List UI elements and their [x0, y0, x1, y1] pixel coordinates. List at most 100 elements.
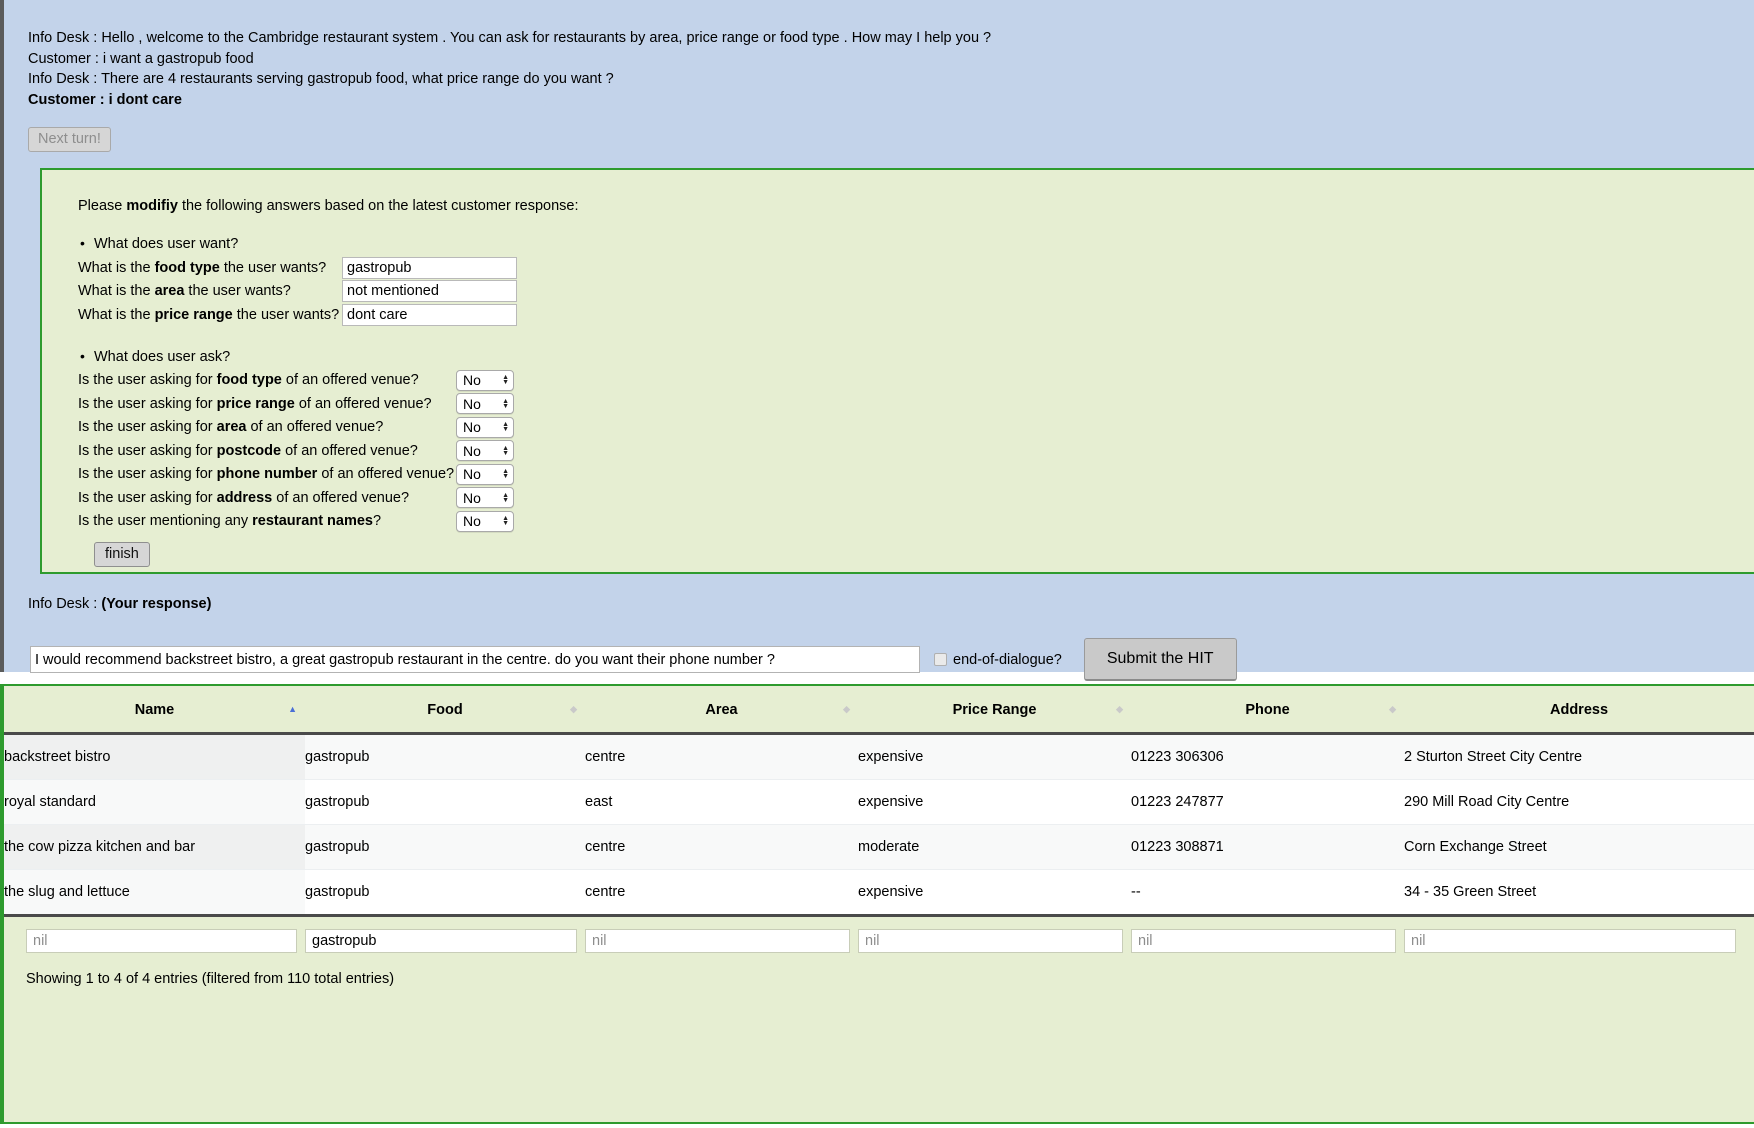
- select-ask-price-range[interactable]: No ▲ ▼: [456, 393, 514, 415]
- section-heading-user-ask: What does user ask?: [80, 348, 1754, 365]
- cell-food: gastropub: [305, 779, 585, 825]
- input-area[interactable]: [342, 280, 517, 303]
- select-ask-area[interactable]: No ▲ ▼: [456, 416, 514, 438]
- form-instruction-suffix: the following answers based on the lates…: [177, 198, 579, 214]
- section-heading-user-want: What does user want?: [80, 235, 1754, 252]
- select-value: No: [463, 513, 481, 530]
- select-ask-address[interactable]: No ▲ ▼: [456, 487, 514, 509]
- cell-area: centre: [585, 824, 858, 870]
- response-row: end-of-dialogue? Submit the HIT: [30, 638, 1754, 681]
- form-row-ask-price-range: Is the user asking for price range of an…: [78, 392, 1754, 416]
- table-row[interactable]: the cow pizza kitchen and bar gastropub …: [4, 824, 1754, 870]
- column-header-price-range[interactable]: Price Range ◆: [858, 686, 1131, 735]
- select-value: No: [463, 442, 481, 459]
- filter-input-food[interactable]: [305, 929, 577, 953]
- select-value: No: [463, 489, 481, 506]
- sort-none-icon: ◆: [1389, 704, 1396, 714]
- cell-phone: --: [1131, 869, 1404, 917]
- column-header-name[interactable]: Name ▲: [4, 686, 305, 735]
- label-suffix: ?: [373, 513, 382, 530]
- label-area: What is the area the user wants?: [78, 283, 342, 299]
- cell-name: backstreet bistro: [4, 733, 305, 780]
- end-of-dialogue-toggle[interactable]: end-of-dialogue?: [934, 652, 1062, 668]
- label-prefix: Is the user asking for: [78, 466, 217, 483]
- label-suffix: the user wants?: [232, 306, 340, 323]
- select-ask-phone-number[interactable]: No ▲ ▼: [456, 463, 514, 485]
- select-value: No: [463, 372, 481, 389]
- cell-phone: 01223 308871: [1131, 824, 1404, 870]
- filter-input-area[interactable]: [585, 929, 850, 953]
- chevron-updown-icon: ▲ ▼: [502, 421, 509, 434]
- table-row[interactable]: backstreet bistro gastropub centre expen…: [4, 733, 1754, 780]
- select-ask-postcode[interactable]: No ▲ ▼: [456, 440, 514, 462]
- column-header-area[interactable]: Area ◆: [585, 686, 858, 735]
- restaurant-table: Name ▲ Food ◆ Area ◆ Price Range ◆ Phone ◆ Ad…: [4, 686, 1754, 917]
- filter-cell-price-range: [858, 929, 1131, 953]
- label-ask-food-type: Is the user asking for food type of an o…: [78, 372, 456, 388]
- annotation-form: Please modifiy the following answers bas…: [40, 168, 1754, 574]
- label-keyword: food type: [216, 372, 282, 389]
- column-header-food[interactable]: Food ◆: [305, 686, 585, 735]
- input-food-type[interactable]: [342, 256, 517, 279]
- cell-address: Corn Exchange Street: [1404, 824, 1754, 870]
- input-price-range[interactable]: [342, 303, 517, 326]
- cell-price-range: expensive: [858, 779, 1131, 825]
- label-restaurant-names: Is the user mentioning any restaurant na…: [78, 513, 456, 529]
- sort-none-icon: ◆: [570, 704, 577, 714]
- label-prefix: Is the user asking for: [78, 442, 217, 459]
- label-keyword: restaurant names: [252, 513, 373, 530]
- sort-none-icon: ◆: [843, 704, 850, 714]
- table-info-text: Showing 1 to 4 of 4 entries (filtered fr…: [26, 971, 395, 987]
- filter-input-price-range[interactable]: [858, 929, 1123, 953]
- cell-price-range: moderate: [858, 824, 1131, 870]
- label-keyword: area: [154, 283, 185, 300]
- label-prefix: Is the user asking for: [78, 489, 217, 506]
- filter-input-name[interactable]: [26, 929, 297, 953]
- filter-input-address[interactable]: [1404, 929, 1736, 953]
- dialogue-line: Customer : i want a gastropub food: [28, 50, 254, 67]
- label-keyword: price range: [154, 306, 233, 323]
- sort-ascending-icon: ▲: [288, 704, 297, 714]
- response-label-emphasis: (Your response): [101, 596, 212, 612]
- label-suffix: of an offered venue?: [281, 442, 418, 459]
- label-food-type: What is the food type the user wants?: [78, 260, 342, 276]
- form-instruction-emphasis: modifiy: [126, 198, 178, 214]
- label-suffix: the user wants?: [184, 283, 291, 300]
- response-label-prefix: Info Desk :: [28, 596, 102, 612]
- cell-name: the slug and lettuce: [4, 869, 305, 917]
- dialogue-line: Info Desk : Hello , welcome to the Cambr…: [28, 30, 992, 46]
- table-row[interactable]: royal standard gastropub east expensive …: [4, 779, 1754, 825]
- select-ask-food-type[interactable]: No ▲ ▼: [456, 369, 514, 391]
- label-keyword: postcode: [216, 442, 282, 459]
- label-prefix: Is the user asking for: [78, 419, 217, 436]
- form-row-ask-postcode: Is the user asking for postcode of an of…: [78, 439, 1754, 463]
- table-row[interactable]: the slug and lettuce gastropub centre ex…: [4, 869, 1754, 917]
- filter-input-phone[interactable]: [1131, 929, 1396, 953]
- sort-none-icon: ◆: [1116, 704, 1123, 714]
- next-turn-button[interactable]: Next turn!: [28, 127, 111, 152]
- submit-hit-button[interactable]: Submit the HIT: [1083, 638, 1237, 681]
- form-instruction-prefix: Please: [78, 198, 127, 214]
- column-filter-row: [4, 917, 1754, 953]
- select-restaurant-names[interactable]: No ▲ ▼: [456, 510, 514, 532]
- label-suffix: of an offered venue?: [294, 395, 432, 412]
- column-header-phone[interactable]: Phone ◆: [1131, 686, 1404, 735]
- label-price-range: What is the price range the user wants?: [78, 307, 342, 323]
- filter-cell-area: [585, 929, 858, 953]
- form-row-ask-area: Is the user asking for area of an offere…: [78, 416, 1754, 440]
- column-header-address[interactable]: Address: [1404, 686, 1754, 735]
- select-value: No: [463, 466, 481, 483]
- cell-phone: 01223 306306: [1131, 733, 1404, 780]
- form-instruction: Please modifiy the following answers bas…: [78, 198, 1754, 214]
- checkbox-icon[interactable]: [934, 653, 947, 666]
- response-input[interactable]: [30, 646, 920, 673]
- label-suffix: of an offered venue?: [281, 372, 419, 389]
- chevron-updown-icon: ▲ ▼: [502, 515, 509, 528]
- finish-button[interactable]: finish: [94, 542, 150, 567]
- form-row-ask-phone-number: Is the user asking for phone number of a…: [78, 463, 1754, 487]
- select-value: No: [463, 395, 481, 412]
- cell-name: royal standard: [4, 779, 305, 825]
- label-suffix: the user wants?: [219, 259, 327, 276]
- label-keyword: phone number: [216, 466, 318, 483]
- cell-food: gastropub: [305, 869, 585, 917]
